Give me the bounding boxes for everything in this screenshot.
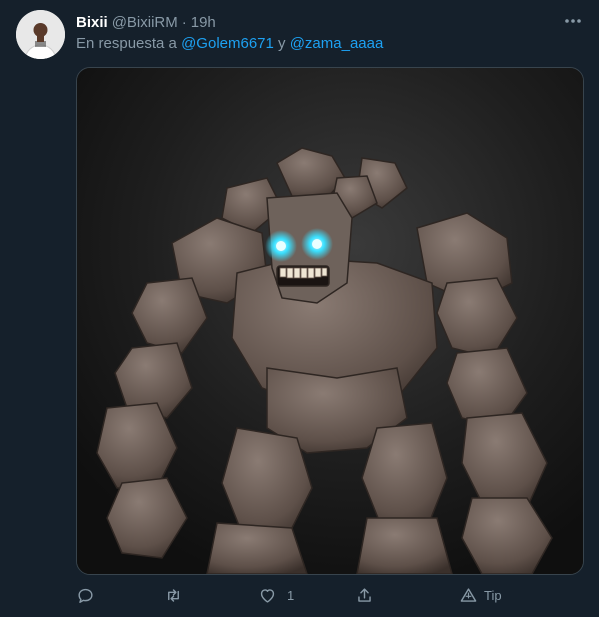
- more-options-icon[interactable]: [564, 14, 582, 28]
- tip-label: Tip: [484, 587, 502, 603]
- mention-golem6671[interactable]: @Golem6671: [181, 35, 274, 52]
- like-count: 1: [287, 587, 295, 603]
- reply-icon: [78, 588, 93, 603]
- avatar-image: [16, 10, 65, 59]
- golem-image: [77, 68, 583, 574]
- share-button[interactable]: [355, 582, 374, 608]
- reply-prefix: En respuesta a: [76, 35, 177, 52]
- mention-zama-aaaa[interactable]: @zama_aaaa: [290, 35, 384, 52]
- display-name[interactable]: Bixii: [76, 14, 108, 31]
- tweet-header: Bixii @BixiiRM · 19h: [76, 12, 559, 32]
- tweet-actions: 1 Tip: [76, 582, 582, 608]
- tip-icon: [460, 587, 477, 602]
- tweet[interactable]: Bixii @BixiiRM · 19h En respuesta a @Gol…: [0, 0, 599, 617]
- share-icon: [358, 587, 371, 602]
- tweet-media[interactable]: [76, 67, 584, 575]
- retweet-icon: [168, 588, 179, 602]
- reply-button[interactable]: [76, 582, 95, 608]
- like-icon: [260, 588, 275, 603]
- separator-dot: ·: [181, 13, 187, 31]
- tip-button[interactable]: Tip: [459, 582, 502, 608]
- reply-context: En respuesta a @Golem6671 y @zama_aaaa: [76, 35, 383, 52]
- like-button[interactable]: 1: [258, 582, 294, 608]
- user-handle[interactable]: @BixiiRM: [112, 14, 178, 31]
- retweet-button[interactable]: [164, 582, 183, 608]
- timestamp[interactable]: 19h: [191, 14, 216, 31]
- reply-conjunction: y: [278, 35, 286, 52]
- avatar[interactable]: [16, 10, 65, 59]
